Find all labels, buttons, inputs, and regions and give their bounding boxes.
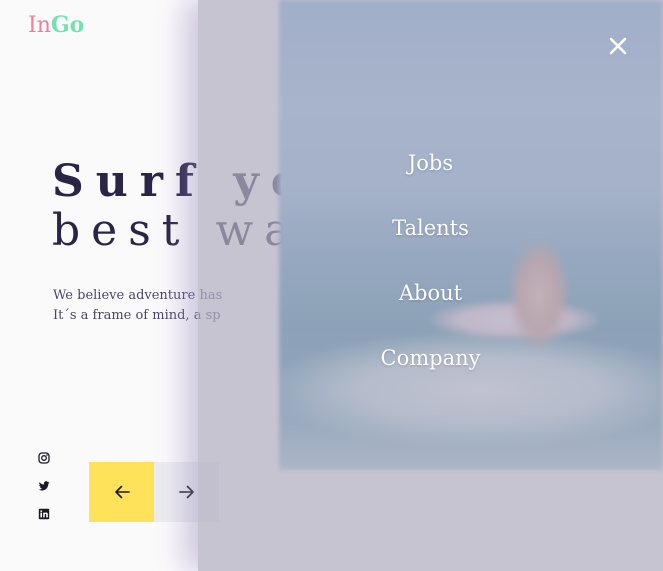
hero-description-line1: We believe adventure has — [53, 288, 223, 303]
arrow-right-icon — [178, 485, 194, 499]
prev-slide-button[interactable] — [89, 462, 154, 522]
hero-description: We believe adventure has It´s a frame of… — [53, 286, 222, 326]
instagram-icon[interactable] — [38, 452, 50, 464]
close-icon[interactable] — [607, 35, 629, 57]
menu-overlay: Jobs Talents About Company — [198, 0, 663, 571]
brand-logo[interactable]: InGo — [28, 12, 84, 39]
hero-description-line2: It´s a frame of mind, a sp — [53, 308, 221, 323]
menu-item-jobs[interactable]: Jobs — [198, 145, 663, 210]
social-links — [38, 452, 52, 536]
brand-logo-part2: Go — [50, 12, 85, 38]
arrow-left-icon — [114, 485, 130, 499]
brand-logo-part1: In — [28, 13, 51, 38]
linkedin-icon[interactable] — [38, 508, 50, 520]
menu-item-company[interactable]: Company — [198, 340, 663, 405]
menu-item-about[interactable]: About — [198, 275, 663, 340]
twitter-icon[interactable] — [38, 480, 50, 492]
menu-item-talents[interactable]: Talents — [198, 210, 663, 275]
overlay-menu: Jobs Talents About Company — [198, 145, 663, 405]
